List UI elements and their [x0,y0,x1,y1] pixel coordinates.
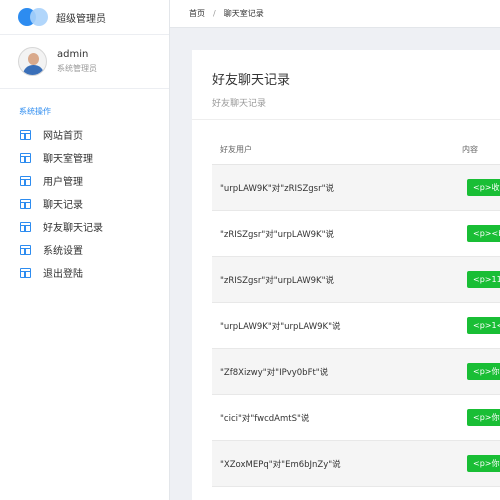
sidebar-item-label: 聊天室管理 [43,154,93,165]
column-header-user: 好友用户 [220,145,252,154]
content-card: 好友聊天记录 好友聊天记录 好友用户 内容 "urpLAW9K"对"zRISZg… [192,50,500,500]
breadcrumb: 首页 / 聊天室记录 [170,0,500,28]
content-badge[interactable]: <p><b [467,225,500,242]
cell-user: "XZoxMEPq"对"Em6bJnZy"说 [220,459,341,470]
column-header-content: 内容 [462,145,478,154]
table-icon [20,152,31,163]
cell-user: "zRISZgsr"对"urpLAW9K"说 [220,275,334,286]
content-badge[interactable]: <p>1< [467,317,500,334]
table-row: "XZoxMEPq"对"Em6bJnZy"说 <p>你 [212,441,500,487]
content-badge[interactable]: <p>收 [467,179,500,196]
breadcrumb-separator: / [213,9,216,18]
table-body: "urpLAW9K"对"zRISZgsr"说 <p>收 "zRISZgsr"对"… [212,165,500,487]
brand-title: 超级管理员 [56,13,106,25]
table-icon [20,244,31,255]
cell-user: "zRISZgsr"对"urpLAW9K"说 [220,229,334,240]
avatar [18,47,47,76]
table-icon [20,267,31,278]
breadcrumb-current: 聊天室记录 [223,9,264,18]
content-badge[interactable]: <p>11 [467,271,500,288]
table-icon [20,175,31,186]
content-badge[interactable]: <p>你 [467,409,500,426]
sidebar-item-home[interactable]: 网站首页 [0,123,169,146]
sidebar-item-label: 好友聊天记录 [43,223,103,234]
sidebar-item-chat-records[interactable]: 聊天记录 [0,192,169,215]
page-subtitle: 好友聊天记录 [212,99,267,109]
table-row: "urpLAW9K"对"urpLAW9K"说 <p>1< [212,303,500,349]
user-role: 系统管理员 [57,64,97,73]
table-row: "zRISZgsr"对"urpLAW9K"说 <p>11 [212,257,500,303]
content-badge[interactable]: <p>你 [467,455,500,472]
user-panel: admin 系统管理员 [0,35,169,89]
cell-user: "urpLAW9K"对"zRISZgsr"说 [220,183,334,194]
sidebar-item-chatroom-management[interactable]: 聊天室管理 [0,146,169,169]
chat-records-table: 好友用户 内容 "urpLAW9K"对"zRISZgsr"说 <p>收 "zRI… [212,135,500,487]
table-icon [20,129,31,140]
sidebar-item-friend-chat-records[interactable]: 好友聊天记录 [0,215,169,238]
sidebar-item-label: 用户管理 [43,177,83,188]
sidebar-item-label: 系统设置 [43,246,83,257]
page-title: 好友聊天记录 [212,73,291,88]
table-icon [20,221,31,232]
table-row: "urpLAW9K"对"zRISZgsr"说 <p>收 [212,165,500,211]
brand: 超级管理员 [0,0,169,35]
cell-user: "Zf8Xizwy"对"IPvy0bFt"说 [220,367,329,378]
divider [192,119,500,120]
sidebar-item-user-management[interactable]: 用户管理 [0,169,169,192]
user-name: admin [57,49,89,60]
sidebar-item-label: 聊天记录 [43,200,83,211]
cell-user: "cici"对"fwcdAmtS"说 [220,413,310,424]
table-icon [20,198,31,209]
sidebar-item-label: 网站首页 [43,131,83,142]
table-row: "cici"对"fwcdAmtS"说 <p>你 [212,395,500,441]
cell-user: "urpLAW9K"对"urpLAW9K"说 [220,321,341,332]
logo-icon [18,8,48,26]
breadcrumb-home-link[interactable]: 首页 [189,8,205,19]
sidebar-item-logout[interactable]: 退出登陆 [0,261,169,284]
sidebar: 超级管理员 admin 系统管理员 系统操作 网站首页 聊天室管理 用户管理 聊… [0,0,170,500]
table-row: "zRISZgsr"对"urpLAW9K"说 <p><b [212,211,500,257]
content-badge[interactable]: <p>你 [467,363,500,380]
table-row: "Zf8Xizwy"对"IPvy0bFt"说 <p>你 [212,349,500,395]
table-header: 好友用户 内容 [212,135,500,165]
sidebar-item-system-settings[interactable]: 系统设置 [0,238,169,261]
menu-section-title: 系统操作 [19,107,51,116]
sidebar-item-label: 退出登陆 [43,269,83,280]
